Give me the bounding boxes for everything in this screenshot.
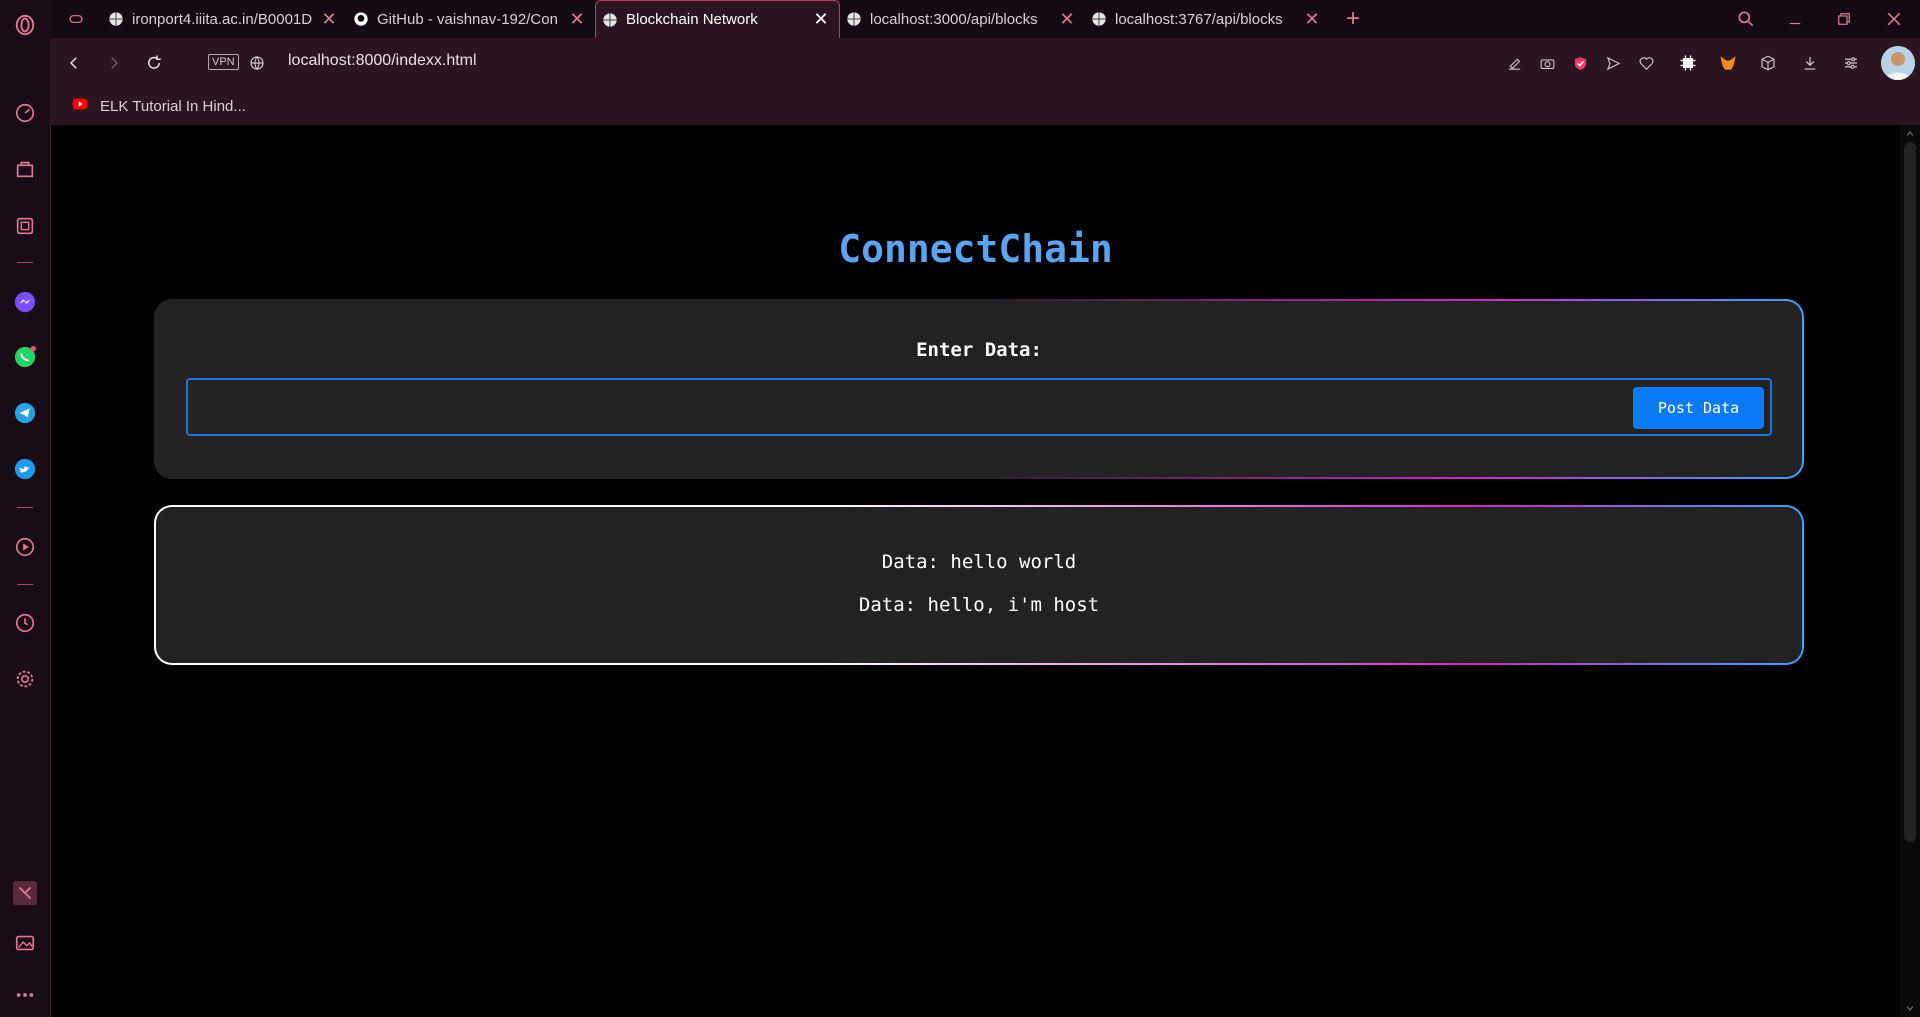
- player-icon[interactable]: [13, 535, 37, 559]
- tab-title: Blockchain Network: [626, 11, 758, 28]
- tab-bar: ironport4.iiita.ac.in/B0001D ✕ GitHub - …: [50, 0, 1920, 38]
- forward-arrow-icon[interactable]: [102, 51, 126, 75]
- settings-gear-icon[interactable]: [13, 667, 37, 691]
- site-info-globe-icon[interactable]: [245, 51, 269, 75]
- tab-title: GitHub - vaishnav-192/Con: [377, 10, 558, 28]
- cube-icon[interactable]: [1756, 51, 1780, 75]
- download-icon[interactable]: [1798, 51, 1822, 75]
- close-icon[interactable]: ✕: [813, 9, 829, 29]
- reload-icon[interactable]: [142, 51, 166, 75]
- extension-pin-icon[interactable]: [13, 881, 37, 905]
- tab-blockchain-network[interactable]: Blockchain Network ✕: [595, 0, 840, 38]
- edit-icon[interactable]: [1502, 51, 1526, 75]
- cpu-limiter-icon[interactable]: [1676, 51, 1700, 75]
- page-viewport: ConnectChain Enter Data: Post Data Data:…: [51, 125, 1900, 1017]
- gallery-icon[interactable]: [13, 931, 37, 955]
- enter-data-label: Enter Data:: [916, 339, 1042, 361]
- close-icon[interactable]: ✕: [569, 9, 585, 29]
- close-icon[interactable]: ✕: [1059, 9, 1075, 29]
- tab-github[interactable]: GitHub - vaishnav-192/Con ✕: [347, 0, 595, 38]
- vpn-badge[interactable]: VPN: [208, 54, 239, 70]
- data-input[interactable]: [196, 388, 1620, 428]
- shopping-bag-icon[interactable]: [13, 157, 37, 181]
- shield-icon[interactable]: [1568, 51, 1592, 75]
- bookmarks-bar: ELK Tutorial In Hind...: [50, 88, 1920, 125]
- url-field[interactable]: localhost:8000/indexx.html: [288, 52, 477, 70]
- globe-icon: [602, 12, 618, 28]
- gamepad-icon: [68, 11, 84, 27]
- tab-title: ironport4.iiita.ac.in/B0001D: [132, 10, 313, 28]
- more-options-icon[interactable]: [13, 983, 37, 1007]
- send-icon[interactable]: [1601, 51, 1625, 75]
- search-icon[interactable]: [1733, 6, 1759, 32]
- aria-ai-icon[interactable]: [13, 214, 37, 238]
- github-icon: [353, 11, 369, 27]
- whatsapp-icon[interactable]: [13, 345, 37, 369]
- block-data-entry: Data: hello, i'm host: [858, 594, 1100, 616]
- minimize-icon[interactable]: [1782, 6, 1808, 32]
- history-icon[interactable]: [13, 611, 37, 635]
- easy-setup-icon[interactable]: [1839, 51, 1863, 75]
- block-data-entry: Data: hello world: [881, 551, 1077, 573]
- globe-icon: [846, 11, 862, 27]
- heart-icon[interactable]: [1634, 51, 1658, 75]
- tab-title: localhost:3767/api/blocks: [1115, 10, 1283, 28]
- restore-icon[interactable]: [1831, 6, 1857, 32]
- post-data-button[interactable]: Post Data: [1633, 387, 1764, 429]
- telegram-icon[interactable]: [13, 401, 37, 425]
- opera-logo-icon[interactable]: [13, 13, 37, 37]
- youtube-icon: [70, 96, 90, 116]
- close-icon[interactable]: ✕: [321, 9, 337, 29]
- tab-ironport[interactable]: ironport4.iiita.ac.in/B0001D ✕: [102, 0, 347, 38]
- address-bar: VPN localhost:8000/indexx.html: [50, 38, 1920, 88]
- new-tab-plus-icon[interactable]: +: [1340, 5, 1366, 32]
- blocks-card: Data: hello world Data: hello, i'm host: [154, 505, 1804, 665]
- close-icon[interactable]: ✕: [1304, 9, 1320, 29]
- scrollbar-thumb[interactable]: [1904, 142, 1916, 842]
- close-window-icon[interactable]: [1881, 6, 1907, 32]
- data-input-wrapper: Post Data: [186, 378, 1772, 436]
- page-title: ConnectChain: [838, 227, 1113, 271]
- globe-icon: [1091, 11, 1107, 27]
- gx-corner-tab[interactable]: [62, 0, 102, 38]
- metamask-fox-icon[interactable]: [1716, 51, 1740, 75]
- speed-dial-icon[interactable]: [13, 101, 37, 125]
- messenger-icon[interactable]: [13, 290, 37, 314]
- profile-avatar[interactable]: [1881, 46, 1915, 80]
- twitter-icon[interactable]: [13, 457, 37, 481]
- camera-icon[interactable]: [1535, 51, 1559, 75]
- bookmark-label: ELK Tutorial In Hind...: [100, 97, 246, 115]
- tab-localhost-3000[interactable]: localhost:3000/api/blocks ✕: [840, 0, 1085, 38]
- post-data-card: Enter Data: Post Data: [154, 299, 1804, 479]
- tab-localhost-3767[interactable]: localhost:3767/api/blocks ✕: [1085, 0, 1330, 38]
- browser-sidebar: [0, 0, 51, 1017]
- bookmark-elk-tutorial[interactable]: ELK Tutorial In Hind...: [70, 96, 246, 116]
- globe-icon: [108, 11, 124, 27]
- tab-title: localhost:3000/api/blocks: [870, 10, 1038, 28]
- back-arrow-icon[interactable]: [62, 51, 86, 75]
